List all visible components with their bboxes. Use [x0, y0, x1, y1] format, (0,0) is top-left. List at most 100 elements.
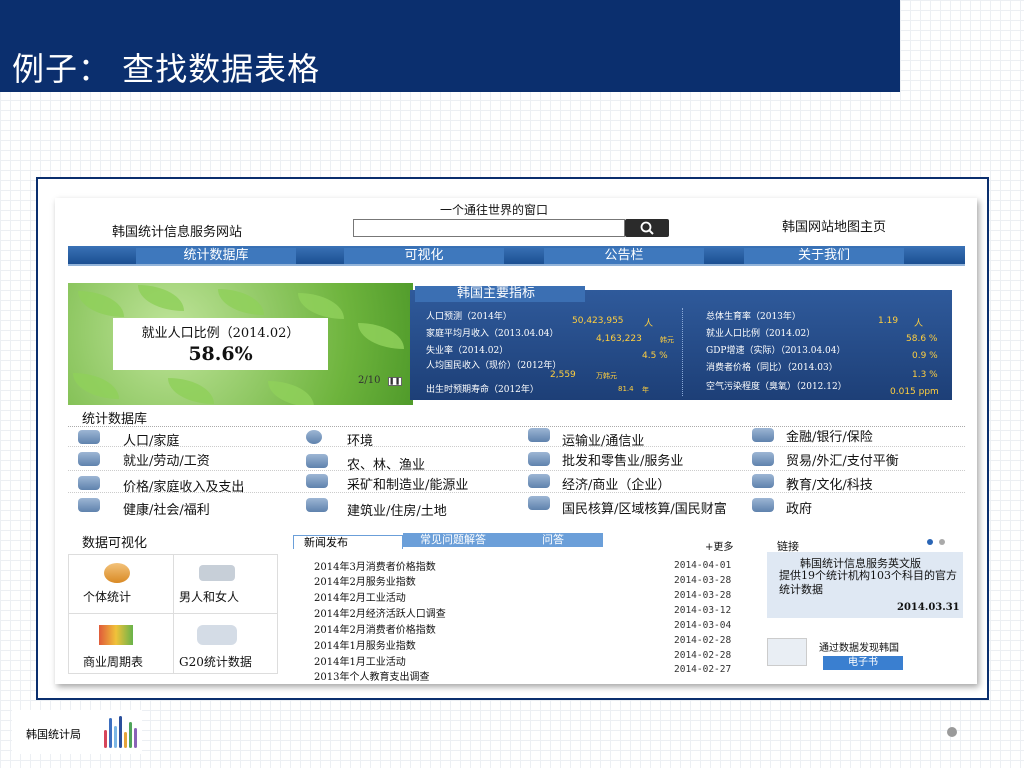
indicator-value: 1.3 %	[912, 370, 938, 380]
viz-g20-stats[interactable]: G20统计数据	[179, 653, 252, 670]
news-item-title[interactable]: 2014年2月工业活动	[314, 589, 406, 604]
ebook-cover-icon	[767, 638, 807, 666]
site-name-link[interactable]: 韩国统计信息服务网站	[112, 221, 242, 240]
indicator-label[interactable]: GDP增速（实际）（2013.04.04）	[706, 343, 846, 356]
nav-bulletin[interactable]: 公告栏	[544, 248, 704, 264]
category-mining[interactable]: 采矿和制造业/能源业	[347, 474, 468, 493]
category-environment[interactable]: 环境	[347, 430, 373, 449]
indicators-title: 韩国主要指标	[415, 286, 585, 302]
search-input[interactable]	[353, 219, 625, 237]
grid-divider	[173, 555, 174, 673]
globe-icon	[306, 430, 322, 444]
men-women-icon	[199, 565, 235, 581]
tab-qa[interactable]: 问答	[503, 533, 603, 547]
indicator-unit: 年	[642, 386, 649, 394]
ebook-button[interactable]: 电子书	[823, 656, 903, 670]
people-icon	[78, 430, 100, 444]
indicator-label[interactable]: 失业率（2014.02）	[426, 343, 508, 356]
main-nav: 统计数据库 可视化 公告栏 关于我们	[68, 246, 965, 266]
indicator-label[interactable]: 人口预测（2014年）	[426, 309, 512, 322]
category-retail[interactable]: 批发和零售业/服务业	[562, 450, 683, 469]
english-site-banner[interactable]: 韩国统计信息服务英文版 提供19个统计机构103个科目的官方统计数据 2014.…	[767, 552, 963, 618]
logo-bar	[109, 718, 112, 748]
nav-statistical-db[interactable]: 统计数据库	[136, 248, 296, 264]
tab-news-release[interactable]: 新闻发布	[293, 535, 403, 549]
banner-pager: 2/10 ❚❚	[358, 375, 402, 386]
indicator-label[interactable]: 人均国民收入（现价）（2012年）	[426, 358, 561, 371]
carousel-dot-icon[interactable]	[927, 539, 933, 545]
indicator-value: 50,423,955	[572, 316, 624, 326]
logo-bar	[124, 732, 127, 748]
airplane-icon	[752, 452, 774, 466]
featured-stat-card[interactable]: 就业人口比例（2014.02） 58.6%	[113, 318, 328, 370]
news-item-title[interactable]: 2014年2月经济活跃人口调查	[314, 605, 446, 620]
leaf-decoration	[138, 285, 184, 311]
heart-icon	[78, 498, 100, 512]
category-employment[interactable]: 就业/劳动/工资	[123, 450, 210, 469]
news-item-date: 2014-04-01	[674, 560, 732, 571]
indicator-label[interactable]: 就业人口比例（2014.02）	[706, 326, 815, 339]
indicator-label[interactable]: 出生时预期寿命（2012年）	[426, 382, 539, 395]
slide-indicator-dot	[947, 727, 957, 737]
category-national-accounts[interactable]: 国民核算/区域核算/国民财富	[562, 498, 727, 517]
indicator-label[interactable]: 家庭平均月收入（2013.04.04）	[426, 326, 559, 339]
viz-business-cycle[interactable]: 商业周期表	[83, 653, 143, 670]
featured-stat-value: 58.6%	[188, 343, 253, 365]
antenna-icon	[528, 428, 550, 442]
category-prices[interactable]: 价格/家庭收入及支出	[123, 476, 244, 495]
business-cycle-icon	[99, 625, 133, 645]
news-item-title[interactable]: 2014年1月工业活动	[314, 653, 406, 668]
category-agriculture[interactable]: 农、林、渔业	[347, 454, 425, 473]
category-business[interactable]: 经济/商业（企业）	[562, 474, 670, 493]
bank-icon	[78, 476, 100, 490]
featured-stat-label: 就业人口比例（2014.02）	[141, 326, 300, 341]
category-health[interactable]: 健康/社会/福利	[123, 499, 210, 518]
indicator-label[interactable]: 空气污染程度（臭氧）（2012.12）	[706, 379, 847, 392]
person-icon	[104, 563, 130, 583]
indicator-value: 0.015 ppm	[890, 387, 939, 397]
chart-icon	[528, 496, 550, 510]
news-item-title[interactable]: 2014年2月服务业指数	[314, 573, 416, 588]
leaf-decoration	[218, 289, 264, 315]
korea-sitemap-link[interactable]: 韩国网站地图主页	[782, 216, 886, 235]
discover-korea-title: 通过数据发现韩国	[819, 643, 899, 654]
indicator-value: 2,559	[550, 370, 576, 380]
tab-faq[interactable]: 常见问题解答	[403, 533, 503, 547]
news-item-date: 2014-03-12	[674, 605, 732, 616]
house-icon	[306, 498, 328, 512]
carousel-dot-icon[interactable]	[939, 539, 945, 545]
viz-men-women[interactable]: 男人和女人	[179, 588, 239, 605]
indicator-label[interactable]: 总体生育率（2013年）	[706, 309, 801, 322]
category-finance[interactable]: 金融/银行/保险	[786, 426, 873, 445]
news-item-title[interactable]: 2014年2月消费者价格指数	[314, 621, 436, 636]
category-construction[interactable]: 建筑业/住房/土地	[347, 500, 447, 519]
leaf-decoration	[298, 293, 344, 319]
category-trade[interactable]: 贸易/外汇/支付平衡	[786, 450, 899, 469]
news-item-date: 2014-03-28	[674, 590, 732, 601]
news-more-link[interactable]: +更多	[705, 538, 733, 553]
nav-about-us[interactable]: 关于我们	[744, 248, 904, 264]
logo-text: 韩国统计局	[26, 728, 81, 741]
category-government[interactable]: 政府	[786, 498, 812, 517]
nav-visualization[interactable]: 可视化	[344, 248, 504, 264]
search-button[interactable]	[625, 219, 669, 237]
visualization-section-title: 数据可视化	[82, 536, 148, 551]
visualization-grid: 个体统计 男人和女人 商业周期表 G20统计数据	[68, 554, 278, 674]
news-item-date: 2014-02-27	[674, 664, 732, 675]
fish-icon	[306, 454, 328, 468]
database-category-grid: 人口/家庭 就业/劳动/工资 价格/家庭收入及支出 健康/社会/福利 环境 农、…	[68, 426, 965, 519]
leaf-decoration	[268, 381, 314, 405]
viz-individual-stats[interactable]: 个体统计	[83, 588, 131, 605]
category-transport[interactable]: 运输业/通信业	[562, 430, 644, 449]
indicator-value: 4,163,223	[596, 334, 642, 344]
english-site-date: 2014.03.31	[897, 602, 960, 613]
news-item-date: 2014-03-28	[674, 575, 732, 586]
news-item-title[interactable]: 2014年1月服务业指数	[314, 637, 416, 652]
pause-icon[interactable]: ❚❚	[387, 377, 402, 386]
indicator-unit: 人	[644, 319, 654, 329]
category-population[interactable]: 人口/家庭	[123, 430, 179, 449]
category-education[interactable]: 教育/文化/科技	[786, 474, 873, 493]
news-item-title[interactable]: 2014年3月消费者价格指数	[314, 558, 436, 573]
indicator-label[interactable]: 消费者价格（同比）（2014.03）	[706, 360, 838, 373]
news-item-title[interactable]: 2013年个人教育支出调查	[314, 668, 429, 683]
